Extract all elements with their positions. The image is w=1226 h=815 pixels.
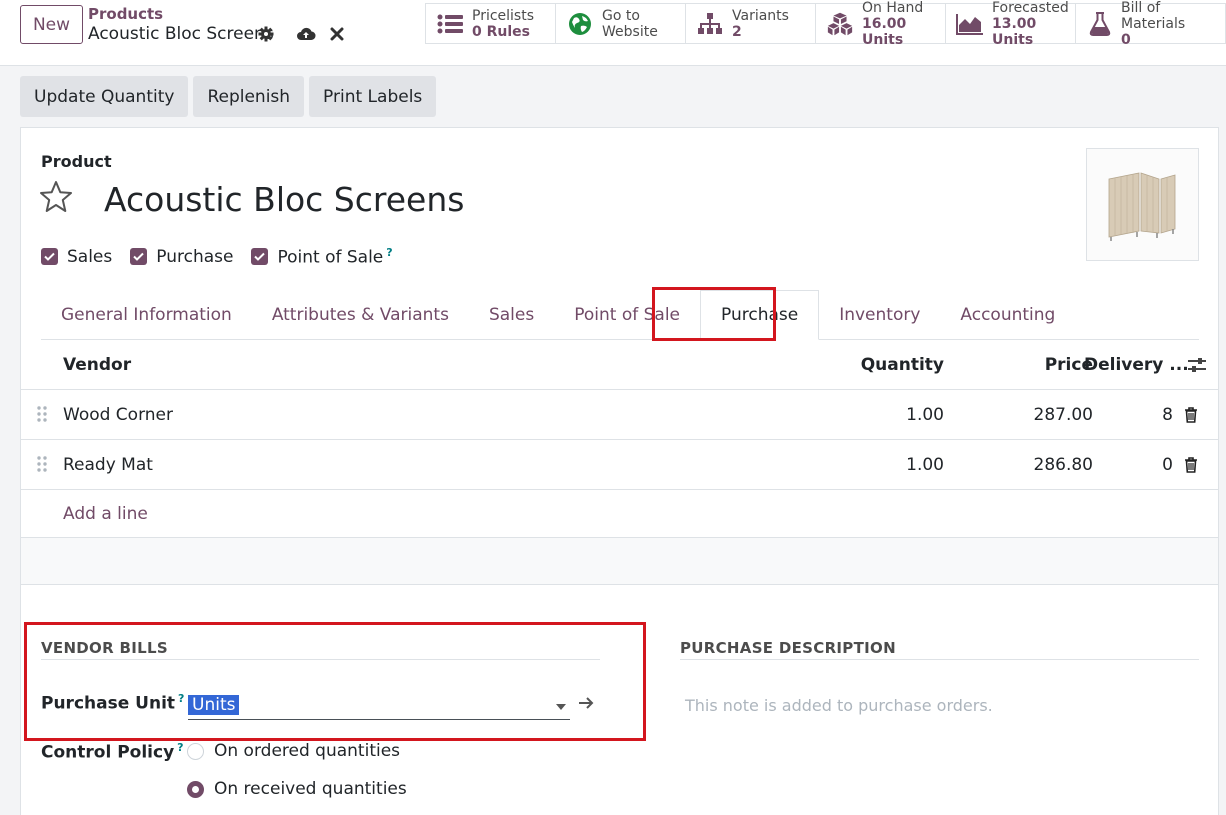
policy-received-radio[interactable]: On received quantities [187,779,407,799]
forecasted-value: 13.00 Units [992,15,1037,48]
price-cell[interactable]: 286.80 [1034,440,1093,490]
tab-accounting[interactable]: Accounting [940,290,1075,340]
list-icon [436,14,464,34]
optional-columns-icon[interactable] [1187,340,1207,390]
vendor-table: Vendor Quantity Price Delivery ... Wood … [21,340,1218,585]
check-icon [251,248,269,266]
tab-attributes-variants[interactable]: Attributes & Variants [252,290,469,340]
control-panel: New Products Acoustic Bloc Screens Price… [0,0,1226,66]
variants-label: Variants [732,7,789,24]
delivery-cell[interactable]: 0 [1162,440,1173,490]
add-a-line-link[interactable]: Add a line [63,490,148,538]
purchase-description-field[interactable]: This note is added to purchase orders. [685,696,993,715]
drag-handle-icon[interactable] [37,406,47,427]
form-tabs: General Information Attributes & Variant… [41,290,1199,340]
product-form-sheet: Product Acoustic Bloc Screens Sales Purc… [20,127,1219,815]
cloud-upload-icon[interactable] [296,26,316,42]
delivery-cell[interactable]: 8 [1162,390,1173,440]
help-tooltip-icon[interactable]: ? [177,741,183,754]
purchase-checkbox-label: Purchase [156,246,234,267]
new-button[interactable]: New [20,5,83,44]
help-tooltip-icon[interactable]: ? [386,246,392,259]
smart-buttons: Pricelists 0 Rules Go to Website Variants 2… [425,0,1226,48]
table-row[interactable]: Wood Corner 1.00 287.00 8 [21,390,1218,440]
quantity-cell[interactable]: 1.00 [906,390,944,440]
bill-of-materials-button[interactable]: Bill of Materials 0 [1076,0,1226,48]
variants-value: 2 [732,23,742,40]
drag-handle-icon[interactable] [37,456,47,477]
check-icon [130,248,148,266]
sitemap-icon [696,12,724,35]
on-hand-value: 16.00 Units [862,15,907,48]
radio-checked-icon [187,780,204,798]
forecasted-label: Forecasted [992,0,1069,16]
sales-checkbox-label: Sales [67,246,113,267]
product-type-checkboxes: Sales Purchase Point of Sale? [41,246,393,268]
sales-checkbox[interactable]: Sales [41,247,112,267]
add-line-row: Add a line [21,490,1218,538]
tab-inventory[interactable]: Inventory [819,290,940,340]
update-quantity-button[interactable]: Update Quantity [20,76,189,117]
cubes-icon [826,11,854,37]
pricelists-button[interactable]: Pricelists 0 Rules [426,4,556,43]
breadcrumb-parent[interactable]: Products [88,5,163,23]
product-label: Product [41,152,112,171]
tab-general-information[interactable]: General Information [41,290,252,340]
table-header: Vendor Quantity Price Delivery ... [21,340,1218,390]
policy-ordered-radio[interactable]: On ordered quantities [187,741,400,761]
close-icon[interactable] [330,27,344,41]
table-filler [21,538,1218,585]
delivery-column-header[interactable]: Delivery ... [1084,340,1189,390]
on-hand-button[interactable]: On Hand 16.00 Units [816,0,946,48]
pricelists-value: 0 Rules [472,23,530,40]
tab-sales[interactable]: Sales [469,290,554,340]
point-of-sale-checkbox[interactable]: Point of Sale? [251,246,393,268]
vendor-bills-highlight [24,622,646,741]
gear-icon[interactable] [258,26,274,42]
purchase-checkbox[interactable]: Purchase [130,247,233,267]
quantity-cell[interactable]: 1.00 [906,440,944,490]
go-to-website-button[interactable]: Go to Website [556,4,686,43]
section-divider [680,659,1199,660]
pricelists-label: Pricelists [472,7,535,24]
vendor-cell[interactable]: Ready Mat [63,440,153,490]
vendor-cell[interactable]: Wood Corner [63,390,173,440]
website-label: Go to [602,7,640,24]
table-row[interactable]: Ready Mat 1.00 286.80 0 [21,440,1218,490]
purchase-tab-highlight [652,287,776,341]
globe-icon [566,12,594,36]
breadcrumb-current: Acoustic Bloc Screens [88,24,274,44]
action-buttons: Update Quantity Replenish Print Labels [20,76,437,117]
point-of-sale-checkbox-label: Point of Sale [277,247,384,268]
vendor-column-header[interactable]: Vendor [63,340,131,390]
bom-value: 0 [1121,31,1131,48]
trash-icon[interactable] [1184,440,1198,490]
control-policy-label: Control Policy? [41,741,184,763]
product-image[interactable] [1086,148,1199,261]
record-actions [258,26,344,42]
flask-icon [1086,11,1113,36]
trash-icon[interactable] [1184,390,1198,440]
price-cell[interactable]: 287.00 [1034,390,1093,440]
product-name-field[interactable]: Acoustic Bloc Screens [104,180,464,219]
on-hand-label: On Hand [862,0,924,16]
purchase-description-title: PURCHASE DESCRIPTION [680,639,896,657]
radio-unchecked-icon [187,742,204,760]
star-icon[interactable] [39,180,73,218]
area-chart-icon [956,13,984,35]
replenish-button[interactable]: Replenish [193,76,305,117]
print-labels-button[interactable]: Print Labels [309,76,437,117]
website-value: Website [602,23,658,40]
policy-ordered-label: On ordered quantities [214,741,401,761]
forecasted-button[interactable]: Forecasted 13.00 Units [946,0,1076,48]
bom-label: Bill of Materials [1121,0,1186,32]
policy-received-label: On received quantities [214,779,407,799]
variants-button[interactable]: Variants 2 [686,4,816,43]
quantity-column-header[interactable]: Quantity [861,340,944,390]
check-icon [41,248,58,266]
